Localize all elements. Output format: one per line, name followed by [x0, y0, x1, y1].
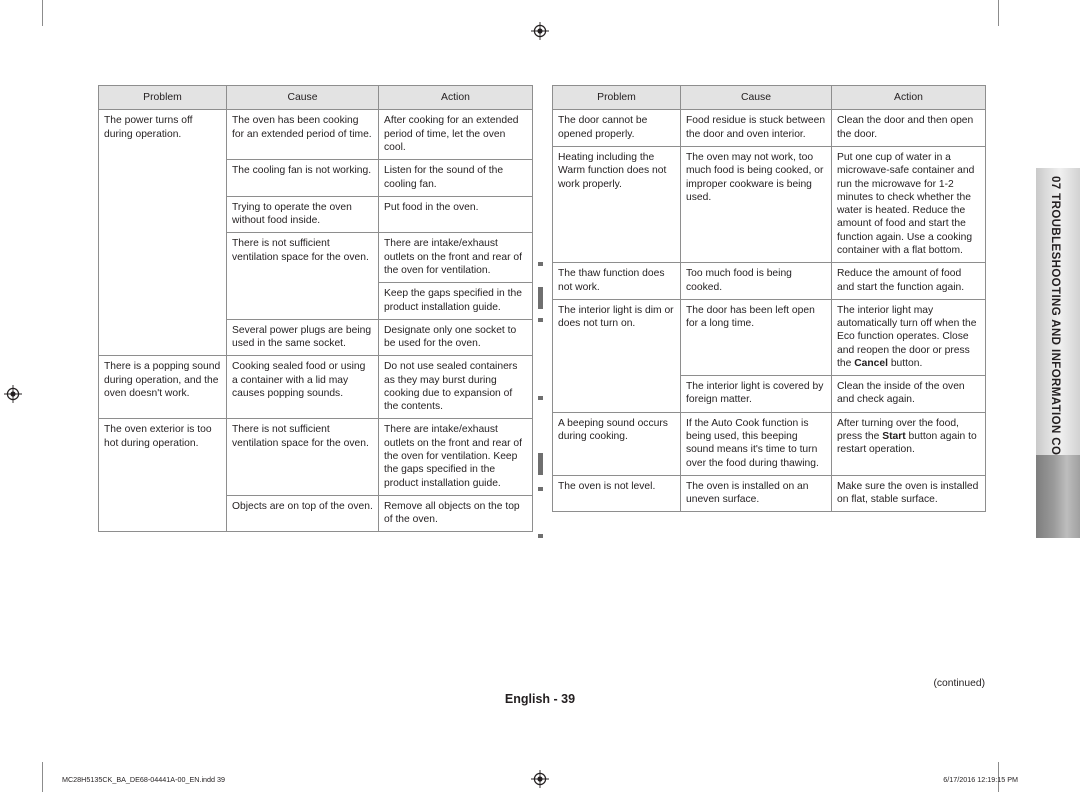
registration-mark-bottom [531, 770, 549, 788]
print-footer-filename: MC28H5135CK_BA_DE68-04441A-00_EN.indd 39 [62, 775, 226, 784]
continued-note: (continued) [933, 678, 985, 689]
cell-problem: There is a popping sound during operatio… [98, 355, 227, 420]
gutter-dash-7 [538, 534, 543, 538]
table-row: The oven exterior is too hot during oper… [98, 418, 533, 533]
column-header-problem: Problem [552, 84, 681, 111]
cell-action: Designate only one socket to be used for… [378, 318, 533, 357]
column-header-action: Action [378, 84, 533, 111]
registration-mark-left [4, 385, 22, 403]
cell-action: Keep the gaps specified in the product i… [378, 282, 533, 320]
table-row: A beeping sound occurs during cooking. If… [552, 411, 986, 476]
cell-action: There are intake/exhaust outlets on the … [378, 418, 533, 496]
cell-action: Put one cup of water in a microwave-safe… [831, 145, 986, 264]
cell-cause: Cooking sealed food or using a container… [226, 355, 379, 420]
table-row: The power turns off during operation. The… [98, 109, 533, 357]
print-footer-timestamp: 6/17/2016 12:19:15 PM [943, 775, 1018, 784]
cell-cause: Objects are on top of the oven. [226, 494, 379, 533]
cell-action: The interior light may automatically tur… [831, 298, 986, 377]
cell-problem: A beeping sound occurs during cooking. [552, 411, 681, 476]
table-row: The thaw function does not work. Too much… [552, 262, 986, 300]
cell-action: Remove all objects on the top of the ove… [378, 494, 533, 533]
cell-action: Clean the door and then open the door. [831, 109, 986, 147]
table-row: The door cannot be opened properly. Food … [552, 109, 986, 147]
cell-cause: Food residue is stuck between the door a… [680, 109, 832, 147]
cell-cause: The door has been left open for a long t… [680, 298, 832, 377]
gutter-dash-4 [538, 396, 543, 400]
gutter-dash-2 [538, 287, 543, 309]
cell-cause: There is not sufficient ventilation spac… [226, 418, 379, 496]
troubleshooting-table-left: Problem Cause Action The power turns off… [98, 84, 533, 533]
crop-mark-bottom-left-vertical [42, 762, 43, 792]
cell-cause: Several power plugs are being used in th… [226, 318, 379, 357]
cell-action: After turning over the food, press the S… [831, 411, 986, 476]
chapter-side-tab-highlight [1036, 455, 1080, 538]
cell-cause: The oven may not work, too much food is … [680, 145, 832, 264]
cell-action: Reduce the amount of food and start the … [831, 262, 986, 300]
cell-cause: The interior light is covered by foreign… [680, 375, 832, 413]
cell-action: Listen for the sound of the cooling fan. [378, 159, 533, 197]
crop-mark-top-right-vertical [998, 0, 999, 26]
cell-cause: The oven has been cooking for an extende… [226, 109, 379, 161]
gutter-dash-5 [538, 453, 543, 475]
troubleshooting-table-right: Problem Cause Action The door cannot be … [552, 84, 986, 513]
column-header-problem: Problem [98, 84, 227, 111]
table-header-row: Problem Cause Action [98, 84, 533, 111]
crop-mark-top-left-vertical [42, 0, 43, 26]
table-row: Heating including the Warm function does… [552, 145, 986, 264]
table-row: The oven is not level. The oven is instal… [552, 474, 986, 513]
cell-problem: Heating including the Warm function does… [552, 145, 681, 264]
cell-cause: Trying to operate the oven without food … [226, 195, 379, 234]
registration-mark-top [531, 22, 549, 40]
cell-action: Make sure the oven is installed on flat,… [831, 474, 986, 513]
chapter-side-tab-label: 07 TROUBLESHOOTING AND INFORMATION CODE [1049, 176, 1061, 473]
cell-cause: The cooling fan is not working. [226, 159, 379, 197]
cell-cause: The oven is installed on an uneven surfa… [680, 474, 832, 513]
table-row: There is a popping sound during operatio… [98, 355, 533, 420]
column-header-cause: Cause [680, 84, 832, 111]
cell-action: Put food in the oven. [378, 195, 533, 234]
table-row: The interior light is dim or does not tu… [552, 298, 986, 413]
cell-action: After cooking for an extended period of … [378, 109, 533, 161]
gutter-dash-1 [538, 262, 543, 266]
column-header-cause: Cause [226, 84, 379, 111]
cell-cause: Too much food is being cooked. [680, 262, 832, 300]
gutter-dash-6 [538, 487, 543, 491]
cell-action: Clean the inside of the oven and check a… [831, 375, 986, 413]
cell-action: There are intake/exhaust outlets on the … [378, 232, 533, 284]
column-header-action: Action [831, 84, 986, 111]
cell-problem: The oven is not level. [552, 474, 681, 513]
cell-problem: The thaw function does not work. [552, 262, 681, 300]
gutter-dash-3 [538, 318, 543, 322]
cell-problem: The door cannot be opened properly. [552, 109, 681, 147]
cell-problem: The interior light is dim or does not tu… [552, 298, 681, 413]
table-header-row: Problem Cause Action [552, 84, 986, 111]
cell-problem: The power turns off during operation. [98, 109, 227, 357]
cell-cause: If the Auto Cook function is being used,… [680, 411, 832, 476]
cell-problem: The oven exterior is too hot during oper… [98, 418, 227, 533]
cell-cause: There is not sufficient ventilation spac… [226, 232, 379, 320]
page-footer-label: English - 39 [504, 692, 576, 706]
cell-action: Do not use sealed containers as they may… [378, 355, 533, 420]
